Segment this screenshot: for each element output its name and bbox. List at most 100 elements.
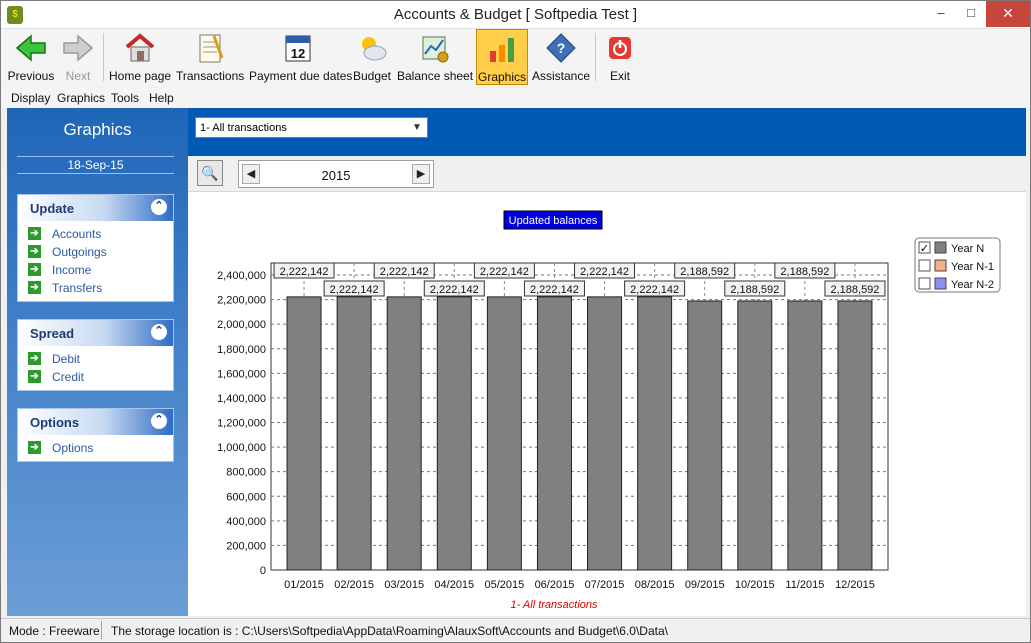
menu-display[interactable]: Display bbox=[11, 91, 50, 105]
transactions-filter-select[interactable]: 1- All transactions ▼ bbox=[195, 117, 428, 138]
panel-item-label: Outgoings bbox=[52, 245, 107, 259]
balance-sheet-icon bbox=[422, 36, 449, 63]
status-mode: Mode : Freeware bbox=[9, 624, 100, 638]
y-tick-label: 1,800,000 bbox=[217, 344, 266, 356]
transactions-button[interactable]: Transactions bbox=[176, 29, 244, 85]
panel-item-income[interactable]: ➔ Income bbox=[18, 261, 173, 279]
chart-caption: 1- All transactions bbox=[510, 599, 598, 611]
x-tick-label: 04/2015 bbox=[434, 579, 474, 591]
assistance-label: Assistance bbox=[531, 69, 591, 83]
update-panel-header[interactable]: Update ⌃ bbox=[18, 195, 173, 221]
data-label: 2,222,142 bbox=[330, 284, 379, 296]
app-window: $ Accounts & Budget [ Softpedia Test ] –… bbox=[0, 0, 1031, 643]
check-icon: ✓ bbox=[920, 242, 929, 255]
y-tick-label: 800,000 bbox=[226, 467, 266, 479]
green-arrow-icon: ➔ bbox=[28, 441, 41, 454]
green-arrow-icon: ➔ bbox=[28, 245, 41, 258]
collapse-chevron-icon[interactable]: ⌃ bbox=[151, 413, 167, 429]
y-tick-label: 1,000,000 bbox=[217, 442, 266, 454]
x-tick-label: 10/2015 bbox=[735, 579, 775, 591]
bar-11/2015 bbox=[787, 300, 823, 571]
close-button[interactable]: ✕ bbox=[986, 1, 1030, 27]
status-storage-location: The storage location is : C:\Users\Softp… bbox=[111, 624, 668, 638]
spread-panel: Spread ⌃ ➔ Debit ➔ Credit bbox=[17, 319, 174, 391]
update-panel: Update ⌃ ➔ Accounts ➔ Outgoings ➔ Income ➔ Tr… bbox=[17, 194, 174, 302]
bar-07/2015 bbox=[587, 296, 623, 571]
balance-sheet-label: Balance sheet bbox=[397, 69, 474, 83]
notepad-icon bbox=[199, 34, 224, 63]
data-label: 2,188,592 bbox=[830, 284, 879, 296]
panel-item-options[interactable]: ➔ Options bbox=[18, 439, 173, 457]
minimize-button[interactable]: – bbox=[926, 1, 956, 27]
panel-item-accounts[interactable]: ➔ Accounts bbox=[18, 225, 173, 243]
y-tick-label: 2,200,000 bbox=[217, 295, 266, 307]
menu-graphics[interactable]: Graphics bbox=[57, 91, 105, 105]
forward-arrow-icon bbox=[63, 34, 94, 62]
x-tick-label: 08/2015 bbox=[635, 579, 675, 591]
graphics-button[interactable]: Graphics bbox=[476, 29, 528, 85]
budget-button[interactable]: Budget bbox=[351, 29, 393, 85]
maximize-button[interactable]: □ bbox=[956, 1, 986, 27]
status-bar: Mode : Freeware The storage location is … bbox=[1, 618, 1030, 642]
legend-checkbox-Year N-1 bbox=[918, 259, 931, 272]
spread-panel-title: Spread bbox=[30, 326, 75, 341]
y-tick-label: 600,000 bbox=[226, 491, 266, 503]
data-label: 2,188,592 bbox=[780, 266, 829, 278]
balance-chart: 0 200,000 400,000 600,000 800,000 1,000,000 1,… bbox=[217, 210, 1001, 611]
power-icon bbox=[609, 37, 631, 59]
payment-due-dates-label: Payment due dates bbox=[249, 69, 353, 83]
home-icon bbox=[125, 33, 155, 62]
bar-08/2015 bbox=[637, 296, 673, 571]
previous-button[interactable]: Previous bbox=[5, 29, 57, 85]
menu-tools[interactable]: Tools bbox=[111, 91, 139, 105]
menu-help[interactable]: Help bbox=[149, 91, 174, 105]
previous-year-button[interactable]: ◀ bbox=[242, 164, 260, 184]
main-toolbar: Previous Next Home page Transactions 12 … bbox=[1, 29, 1030, 87]
y-tick-label: 2,000,000 bbox=[217, 319, 266, 331]
chevron-down-icon[interactable]: ▼ bbox=[409, 119, 425, 136]
left-pane: Graphics 18-Sep-15 Update ⌃ ➔ Accounts ➔ Ou… bbox=[7, 108, 188, 616]
svg-text:?: ? bbox=[557, 40, 566, 56]
payment-due-dates-button[interactable]: 12 Payment due dates bbox=[249, 29, 353, 85]
panel-item-label: Transfers bbox=[52, 281, 103, 295]
panel-item-transfers[interactable]: ➔ Transfers bbox=[18, 279, 173, 297]
data-label: 2,222,142 bbox=[530, 284, 579, 296]
panel-item-debit[interactable]: ➔ Debit bbox=[18, 350, 173, 368]
y-tick-label: 2,400,000 bbox=[217, 270, 266, 282]
collapse-chevron-icon[interactable]: ⌃ bbox=[151, 324, 167, 340]
options-panel-header[interactable]: Options ⌃ bbox=[18, 409, 173, 435]
help-diamond-icon: ? bbox=[546, 33, 576, 63]
legend-checkbox-Year N-2 bbox=[918, 277, 931, 290]
data-label: 2,222,142 bbox=[580, 266, 629, 278]
legend-entry: Year N-1 bbox=[951, 261, 994, 273]
year-navigator: ◀ 2015 ▶ bbox=[238, 160, 434, 188]
data-label: 2,222,142 bbox=[630, 284, 679, 296]
panel-item-label: Income bbox=[52, 263, 92, 277]
status-separator bbox=[101, 621, 102, 639]
options-panel: Options ⌃ ➔ Options bbox=[17, 408, 174, 462]
assistance-button[interactable]: ? Assistance bbox=[531, 29, 591, 85]
data-label: 2,222,142 bbox=[280, 266, 329, 278]
y-tick-label: 1,200,000 bbox=[217, 418, 266, 430]
spread-panel-header[interactable]: Spread ⌃ bbox=[18, 320, 173, 346]
exit-label: Exit bbox=[609, 69, 630, 83]
bar-04/2015 bbox=[436, 296, 472, 571]
bar-02/2015 bbox=[336, 296, 372, 571]
balance-sheet-button[interactable]: Balance sheet bbox=[397, 29, 473, 85]
green-arrow-icon: ➔ bbox=[28, 281, 41, 294]
next-button[interactable]: Next bbox=[57, 29, 99, 85]
bar-chart-icon bbox=[490, 38, 514, 62]
exit-button[interactable]: Exit bbox=[601, 29, 639, 85]
zoom-magnifier-icon[interactable]: 🔍 bbox=[197, 160, 223, 186]
data-label: 2,222,142 bbox=[380, 266, 429, 278]
panel-item-outgoings[interactable]: ➔ Outgoings bbox=[18, 243, 173, 261]
bar-09/2015 bbox=[687, 300, 723, 571]
y-tick-label: 1,400,000 bbox=[217, 393, 266, 405]
home-page-button[interactable]: Home page bbox=[109, 29, 171, 85]
current-date: 18-Sep-15 bbox=[17, 156, 174, 174]
green-arrow-icon: ➔ bbox=[28, 370, 41, 383]
panel-item-label: Debit bbox=[52, 352, 81, 366]
panel-item-credit[interactable]: ➔ Credit bbox=[18, 368, 173, 386]
next-year-button[interactable]: ▶ bbox=[412, 164, 430, 184]
collapse-chevron-icon[interactable]: ⌃ bbox=[151, 199, 167, 215]
